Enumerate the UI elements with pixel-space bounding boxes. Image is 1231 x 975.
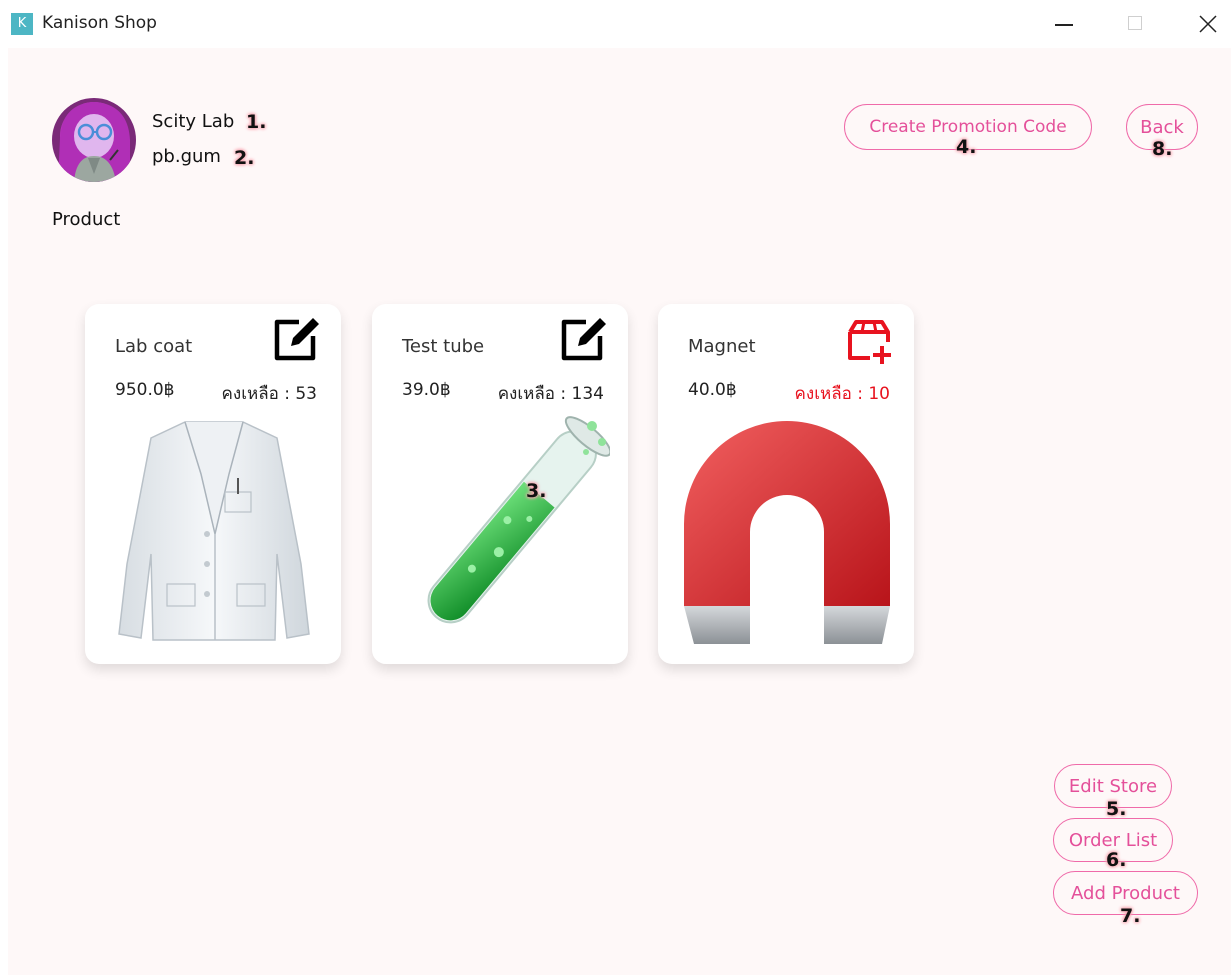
store-avatar — [52, 98, 136, 182]
maximize-button[interactable] — [1124, 12, 1148, 36]
annotation-marker-1: 1. — [246, 111, 267, 133]
annotation-marker-2: 2. — [234, 147, 255, 169]
section-title-product: Product — [52, 209, 121, 230]
minimize-button[interactable] — [1052, 12, 1076, 36]
product-image-test-tube — [392, 414, 612, 646]
product-stock: คงเหลือ : 134 — [497, 384, 604, 404]
store-name: Scity Lab — [152, 111, 235, 132]
annotation-marker-7: 7. — [1120, 905, 1141, 927]
edit-product-button[interactable] — [556, 312, 610, 366]
edit-product-button[interactable] — [269, 312, 323, 366]
product-image-magnet — [678, 414, 896, 646]
product-card-magnet[interactable]: Magnet 40.0฿ คงเหลือ : 10 — [658, 304, 914, 664]
main-content: Scity Lab 1. pb.gum 2. Product Create Pr… — [8, 48, 1231, 975]
product-price: 40.0฿ — [688, 380, 737, 400]
window-title: Kanison Shop — [42, 13, 157, 33]
annotation-marker-4: 4. — [956, 136, 977, 158]
edit-icon — [561, 318, 606, 361]
store-username: pb.gum — [152, 146, 221, 167]
product-name: Magnet — [688, 336, 756, 357]
restock-product-button[interactable] — [842, 312, 896, 366]
product-price: 39.0฿ — [402, 380, 451, 400]
product-card-lab-coat[interactable]: Lab coat 950.0฿ คงเหลือ : 53 — [85, 304, 341, 664]
annotation-marker-3: 3. — [526, 480, 547, 502]
restock-icon — [848, 320, 891, 364]
close-button[interactable] — [1196, 12, 1220, 36]
annotation-marker-8: 8. — [1152, 138, 1173, 160]
avatar-image — [52, 98, 136, 182]
product-card-test-tube[interactable]: Test tube 39.0฿ คงเหลือ : 134 3. — [372, 304, 628, 664]
product-price: 950.0฿ — [115, 380, 175, 400]
close-icon — [1199, 15, 1217, 33]
product-name: Lab coat — [115, 336, 193, 357]
product-name: Test tube — [402, 336, 485, 357]
product-stock-low: คงเหลือ : 10 — [794, 384, 890, 404]
annotation-marker-5: 5. — [1106, 798, 1127, 820]
product-image-lab-coat — [105, 414, 323, 646]
annotation-marker-6: 6. — [1106, 849, 1127, 871]
edit-icon — [274, 318, 319, 361]
product-stock: คงเหลือ : 53 — [221, 384, 317, 404]
title-bar: K Kanison Shop — [0, 0, 1231, 48]
app-icon: K — [11, 13, 33, 35]
